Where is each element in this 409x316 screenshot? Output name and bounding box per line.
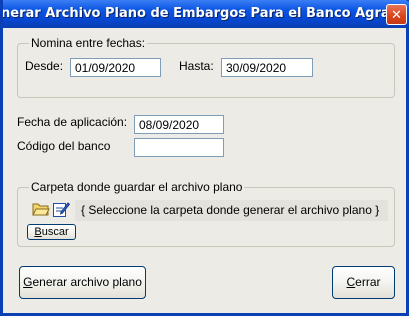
application-date-label: Fecha de aplicación:	[17, 115, 128, 129]
edit-icon[interactable]	[52, 200, 71, 218]
from-date-label: Desde:	[25, 59, 64, 73]
window-title: nerar Archivo Plano de Embargos Para el …	[3, 6, 390, 21]
title-bar[interactable]: nerar Archivo Plano de Embargos Para el …	[3, 0, 409, 28]
close-button[interactable]: Cerrar	[332, 266, 395, 299]
application-date-field[interactable]: 08/09/2020	[134, 115, 224, 134]
generate-file-button[interactable]: Generar archivo plano	[19, 266, 146, 299]
folder-path-hint: { Seleccione la carpeta donde generar el…	[75, 200, 388, 221]
bank-code-field[interactable]	[134, 138, 224, 157]
from-date-field[interactable]: 01/09/2020	[70, 58, 161, 77]
dialog-window: nerar Archivo Plano de Embargos Para el …	[0, 0, 409, 316]
to-date-field[interactable]: 30/09/2020	[221, 58, 313, 77]
to-date-label: Hasta:	[179, 59, 214, 73]
folder-open-icon[interactable]	[32, 200, 50, 218]
search-folder-button[interactable]: Buscar	[27, 224, 76, 240]
bank-code-label: Código del banco	[17, 139, 111, 153]
folder-legend: Carpeta donde guardar el archivo plano	[29, 180, 245, 194]
close-icon[interactable]: ✕	[386, 4, 407, 25]
date-range-legend: Nomina entre fechas:	[29, 36, 148, 50]
